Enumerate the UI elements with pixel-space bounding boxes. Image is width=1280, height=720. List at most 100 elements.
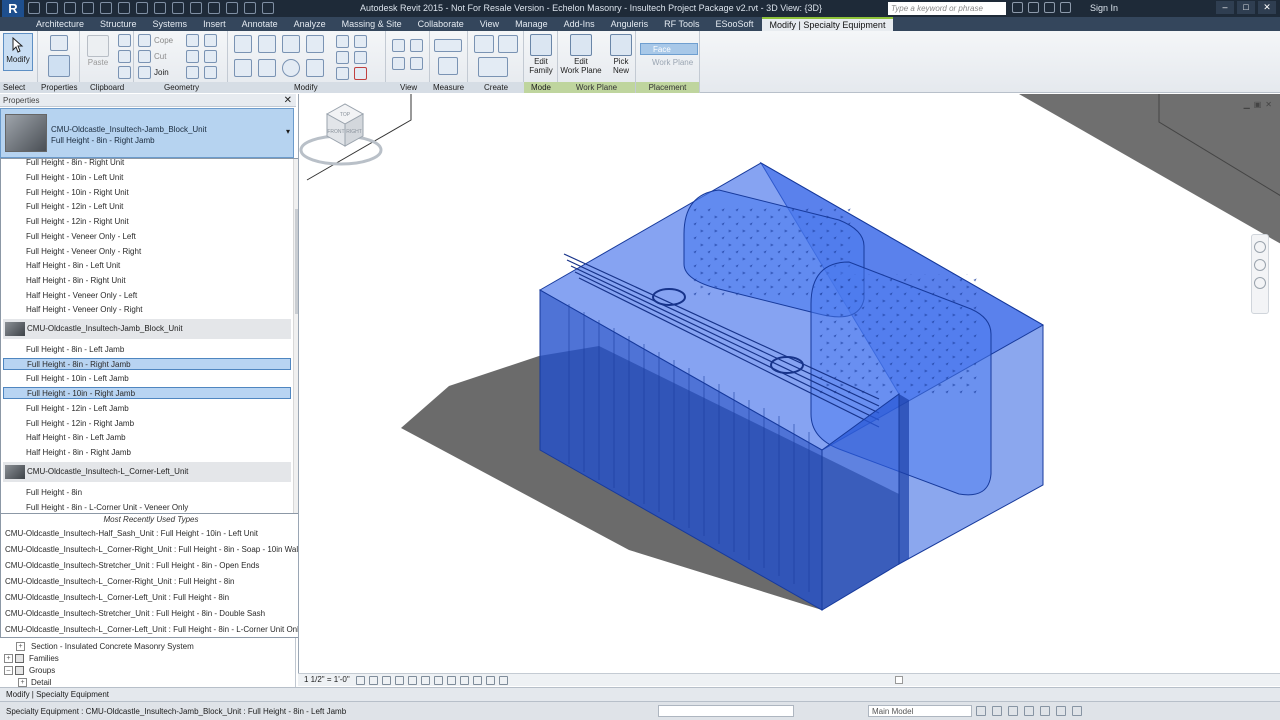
list-item-selected[interactable]: Full Height - 8in - Right Jamb (3, 358, 291, 370)
list-item[interactable]: Half Height - 8in - Left Jamb (26, 432, 126, 443)
tab-add-ins[interactable]: Add-Ins (556, 17, 603, 31)
editable-only-icon[interactable] (976, 706, 986, 716)
face-option[interactable]: Face (640, 43, 698, 55)
render-icon[interactable] (408, 676, 417, 685)
tab-insert[interactable]: Insert (195, 17, 234, 31)
list-item-highlighted[interactable]: Full Height - 10in - Right Jamb (3, 387, 291, 399)
redo-icon[interactable] (82, 2, 94, 14)
mirror-draw-icon[interactable] (306, 35, 324, 53)
paint-icon[interactable] (186, 50, 199, 63)
paste-button[interactable]: Paste (85, 35, 111, 67)
drag-elements-icon[interactable] (1056, 706, 1066, 716)
sign-in-button[interactable]: Sign In (1090, 3, 1118, 13)
split-icon[interactable] (336, 35, 349, 48)
pin-icon[interactable] (336, 67, 349, 80)
print-icon[interactable] (100, 2, 112, 14)
mru-item[interactable]: CMU-Oldcastle_Insultech-L_Corner-Right_U… (5, 576, 234, 588)
reveal-hidden-icon[interactable] (473, 676, 482, 685)
crop-view-icon[interactable] (434, 676, 443, 685)
tab-anguleris[interactable]: Anguleris (603, 17, 657, 31)
move-icon[interactable] (234, 59, 252, 77)
edit-work-plane-button[interactable]: Edit Work Plane (560, 34, 602, 75)
binoculars-icon[interactable] (1012, 2, 1023, 13)
tab-rf-tools[interactable]: RF Tools (656, 17, 707, 31)
horizontal-scroll-thumb[interactable] (895, 676, 903, 684)
dimension-icon[interactable] (136, 2, 148, 14)
workset-field[interactable] (658, 705, 794, 717)
tab-collaborate[interactable]: Collaborate (410, 17, 472, 31)
communication-icon[interactable] (1044, 2, 1055, 13)
tab-esoosoft[interactable]: ESooSoft (708, 17, 762, 31)
subscription-icon[interactable] (1028, 2, 1039, 13)
offset-icon[interactable] (258, 35, 276, 53)
tab-massing-site[interactable]: Massing & Site (334, 17, 410, 31)
rotate-icon[interactable] (282, 59, 300, 77)
tab-modify-specialty-equipment[interactable]: Modify | Specialty Equipment (761, 17, 894, 31)
tab-structure[interactable]: Structure (92, 17, 145, 31)
expand-icon[interactable]: + (16, 642, 25, 651)
list-item[interactable]: Full Height - 12in - Right Unit (26, 216, 129, 227)
scale-icon[interactable] (354, 51, 367, 64)
wall-joins-icon[interactable] (204, 34, 217, 47)
minimize-icon[interactable]: – (1216, 1, 1234, 14)
browser-item-section[interactable]: Section - Insulated Concrete Masonry Sys… (31, 642, 194, 651)
list-item[interactable]: Half Height - 8in - Left Unit (26, 260, 120, 271)
detail-level-icon[interactable] (356, 676, 365, 685)
mru-item[interactable]: CMU-Oldcastle_Insultech-Half_Sash_Unit :… (5, 528, 258, 540)
mirror-axis-icon[interactable] (282, 35, 300, 53)
mru-item[interactable]: CMU-Oldcastle_Insultech-Stretcher_Unit :… (5, 560, 259, 572)
thin-lines-icon[interactable] (226, 2, 238, 14)
tab-manage[interactable]: Manage (507, 17, 556, 31)
expand-icon[interactable]: + (18, 678, 27, 687)
highlight-displacement-icon[interactable] (499, 676, 508, 685)
3d-view-icon[interactable] (190, 2, 202, 14)
section-icon[interactable] (208, 2, 220, 14)
show-crop-icon[interactable] (447, 676, 456, 685)
type-selector[interactable]: CMU-Oldcastle_Insultech-Jamb_Block_Unit … (0, 108, 294, 158)
tag-icon[interactable] (154, 2, 166, 14)
list-item[interactable]: Full Height - 12in - Right Jamb (26, 418, 134, 429)
modify-button[interactable]: Modify (3, 33, 33, 71)
list-item[interactable]: Full Height - 10in - Right Unit (26, 187, 129, 198)
minimize-view-icon[interactable]: ▁ (1244, 100, 1250, 109)
list-item[interactable]: Half Height - 8in - Right Unit (26, 275, 126, 286)
delete-icon[interactable] (354, 67, 367, 80)
measure-distance-icon[interactable] (434, 39, 462, 52)
collapse-icon[interactable]: – (4, 666, 13, 675)
split-face-icon[interactable] (186, 34, 199, 47)
create-assembly-icon[interactable] (474, 35, 494, 53)
hide-icon[interactable] (392, 39, 405, 52)
switch-windows-icon[interactable] (262, 2, 274, 14)
mru-item[interactable]: CMU-Oldcastle_Insultech-L_Corner-Right_U… (5, 544, 300, 556)
copy-icon[interactable] (118, 50, 131, 63)
revit-app-icon[interactable]: R (2, 0, 24, 17)
chevron-down-icon[interactable]: ▾ (286, 127, 290, 136)
select-by-face-icon[interactable] (1040, 706, 1050, 716)
trim-icon[interactable] (306, 59, 324, 77)
create-parts-icon[interactable] (498, 35, 518, 53)
override-graphics-icon[interactable] (410, 39, 423, 52)
list-item[interactable]: Half Height - 8in - Right Jamb (26, 447, 131, 458)
close-hidden-icon[interactable] (244, 2, 256, 14)
list-item[interactable]: Full Height - 10in - Left Unit (26, 172, 123, 183)
cope-icon[interactable] (138, 34, 151, 47)
type-properties-icon[interactable] (50, 35, 68, 51)
mru-item[interactable]: CMU-Oldcastle_Insultech-L_Corner-Left_Un… (5, 624, 303, 636)
list-item[interactable]: Full Height - 12in - Left Unit (26, 201, 123, 212)
save-icon[interactable] (46, 2, 58, 14)
align-icon[interactable] (234, 35, 252, 53)
steering-wheel-icon[interactable] (1254, 241, 1266, 253)
design-option-select[interactable]: Main Model (868, 705, 972, 717)
tab-annotate[interactable]: Annotate (234, 17, 286, 31)
favorites-icon[interactable] (1060, 2, 1071, 13)
temporary-hide-icon[interactable] (460, 676, 469, 685)
tab-analyze[interactable]: Analyze (286, 17, 334, 31)
close-view-icon[interactable]: ✕ (1265, 100, 1272, 109)
select-underlay-icon[interactable] (1008, 706, 1018, 716)
list-item[interactable]: Half Height - Veneer Only - Right (26, 304, 143, 315)
list-item[interactable]: Full Height - 8in (26, 487, 82, 498)
list-item[interactable]: Full Height - 8in - Right Unit (26, 159, 124, 168)
browser-item-families[interactable]: Families (29, 654, 59, 663)
zoom-icon[interactable] (1254, 259, 1266, 271)
list-item[interactable]: Full Height - 10in - Left Jamb (26, 373, 129, 384)
